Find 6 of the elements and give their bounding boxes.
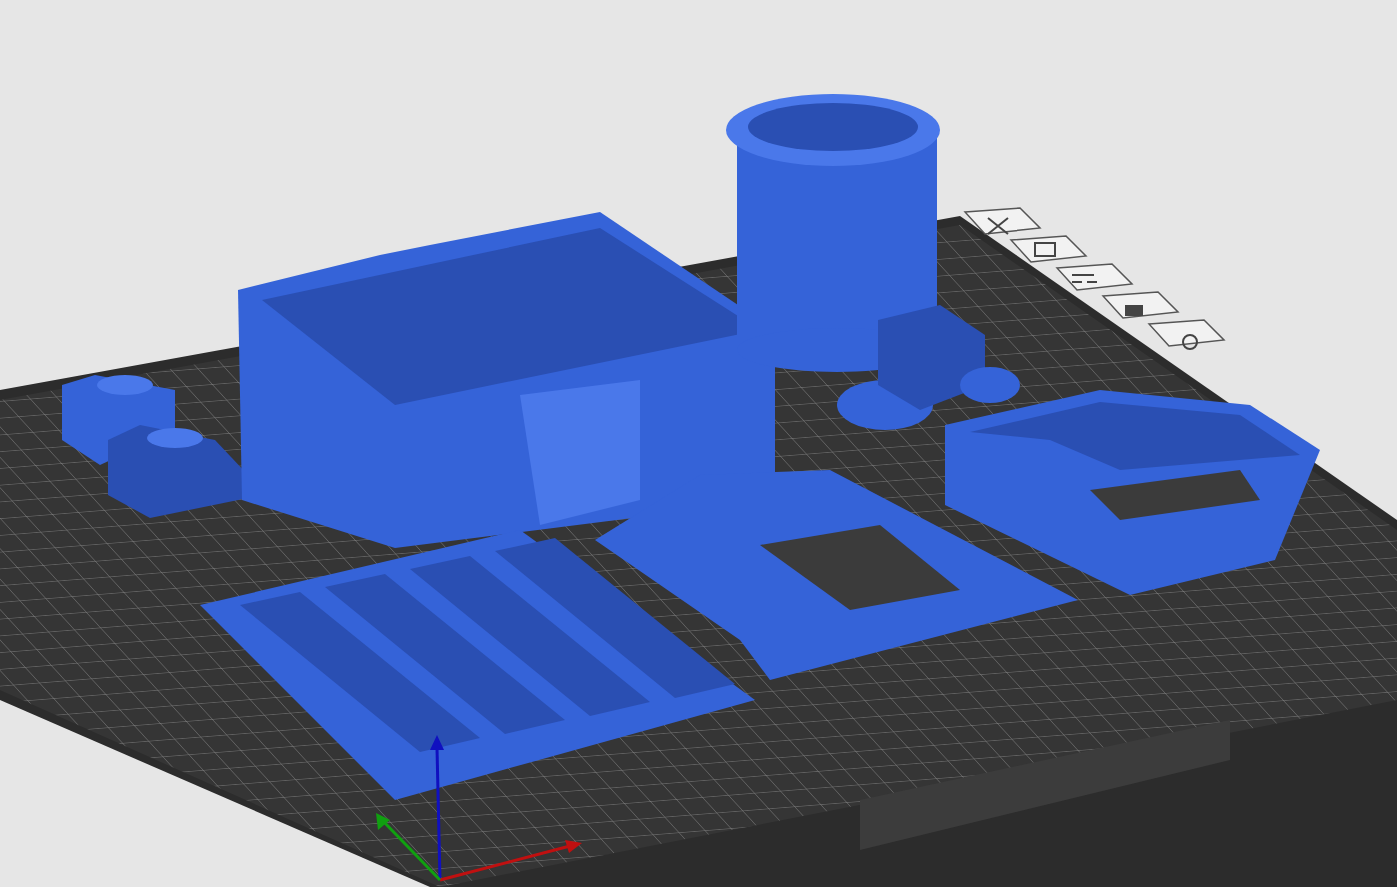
monitor-icon[interactable] [1009,235,1088,263]
y-axis-arrow [376,813,442,882]
gear-icon[interactable] [1147,319,1226,350]
lock-icon[interactable] [1101,291,1180,319]
x-icon[interactable] [963,207,1042,235]
layout-icon[interactable] [1055,263,1134,291]
